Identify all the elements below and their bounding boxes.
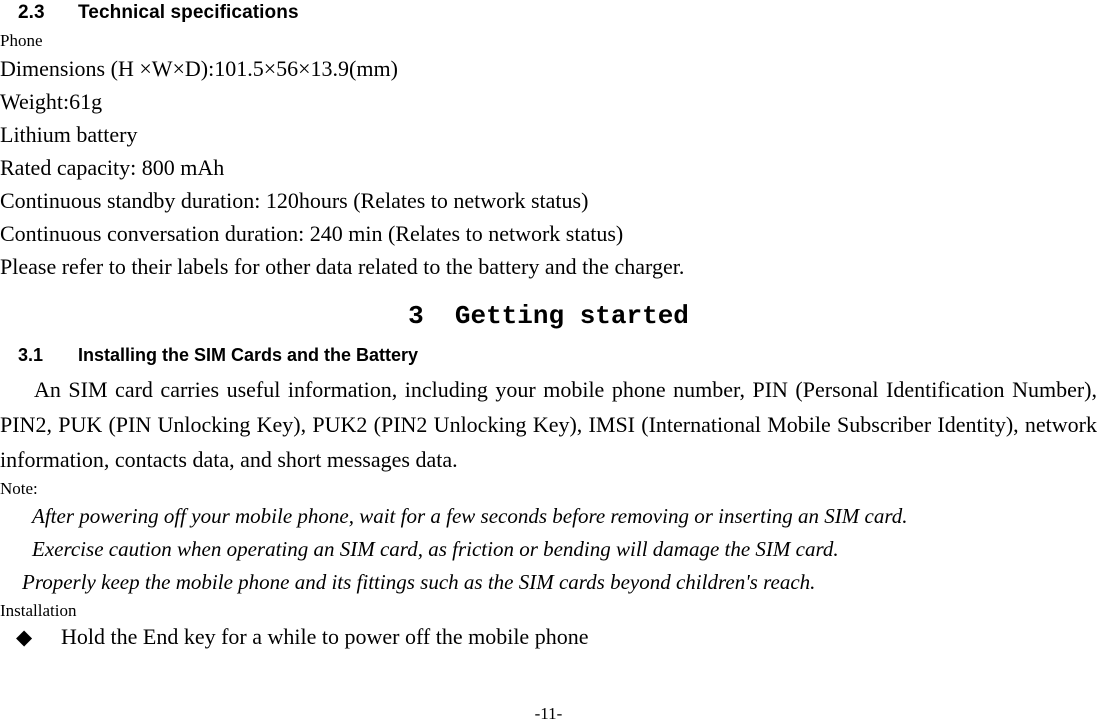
technical-specifications-block: Phone Dimensions (H ×W×D):101.5×56×13.9(…: [0, 24, 1097, 283]
installation-step-item: ◆ Hold the End key for a while to power …: [0, 622, 1097, 652]
page-number: -11-: [534, 704, 563, 723]
heading-3-1-title: Installing the SIM Cards and the Battery: [78, 345, 419, 365]
document-page: 2.3 Technical specifications Phone Dimens…: [0, 0, 1097, 726]
note-item-exercise-caution: Exercise caution when operating an SIM c…: [32, 537, 839, 561]
heading-2-3-title: Technical specifications: [78, 2, 299, 23]
diamond-bullet-icon: ◆: [16, 625, 33, 649]
installation-label: Installation: [0, 601, 77, 620]
installation-step-text: Hold the End key for a while to power of…: [61, 624, 589, 649]
heading-chapter-3: 3 Getting started: [408, 301, 689, 331]
heading-3-1-number: 3.1: [18, 345, 44, 365]
sim-card-description-paragraph: An SIM card carries useful information, …: [0, 377, 1097, 472]
note-item-power-off: After powering off your mobile phone, wa…: [32, 504, 908, 528]
spec-line-dimensions: Dimensions (H ×W×D):101.5×56×13.9(mm): [0, 56, 398, 81]
spec-line-weight: Weight:61g: [0, 89, 103, 114]
heading-2-3: 2.3 Technical specifications: [0, 0, 1097, 24]
heading-2-3-number: 2.3: [18, 2, 45, 23]
spec-line-standby-duration: Continuous standby duration: 120hours (R…: [0, 188, 589, 213]
spacer-after-chapter-heading: [0, 331, 1097, 345]
note-label: Note:: [0, 479, 38, 498]
heading-3-1: 3.1 Installing the SIM Cards and the Batt…: [0, 345, 1097, 366]
specs-group-label: Phone: [0, 31, 43, 50]
note-item-keep-away-children: Properly keep the mobile phone and its f…: [22, 570, 816, 594]
spacer-before-chapter-heading: [0, 283, 1097, 301]
spec-line-labels-notice: Please refer to their labels for other d…: [0, 254, 685, 279]
spec-line-rated-capacity: Rated capacity: 800 mAh: [0, 155, 225, 180]
spec-line-conversation-duration: Continuous conversation duration: 240 mi…: [0, 221, 624, 246]
spec-line-battery-type: Lithium battery: [0, 122, 138, 147]
